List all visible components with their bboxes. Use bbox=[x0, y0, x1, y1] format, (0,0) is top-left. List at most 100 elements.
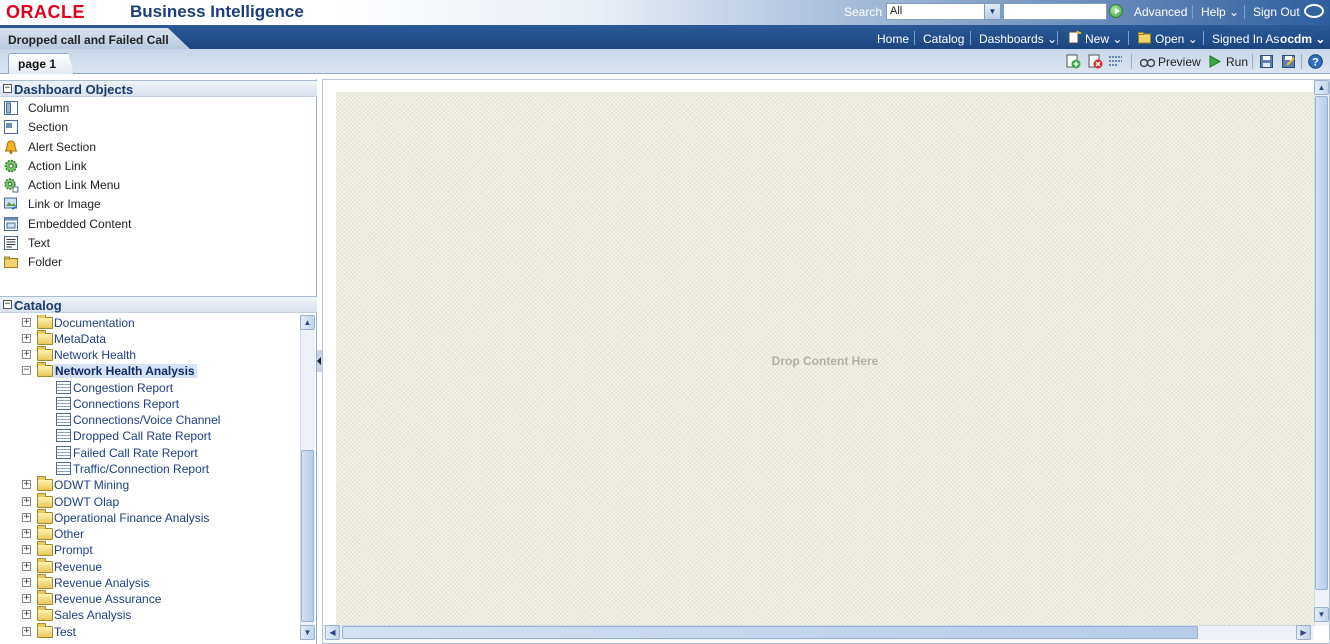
run-icon[interactable] bbox=[1207, 54, 1222, 69]
catalog-item-label: ODWT Mining bbox=[54, 478, 130, 492]
catalog-folder[interactable]: + Test bbox=[0, 623, 300, 640]
preview-icon[interactable] bbox=[1140, 54, 1155, 69]
expand-icon[interactable]: + bbox=[22, 545, 31, 554]
help-menu[interactable]: Help ⌄ bbox=[1201, 5, 1239, 19]
help-icon[interactable]: ? bbox=[1308, 54, 1323, 69]
catalog-folder[interactable]: + ODWT Olap bbox=[0, 493, 300, 510]
catalog-report[interactable]: Traffic/Connection Report bbox=[0, 461, 300, 477]
catalog-folder[interactable]: + Other bbox=[0, 525, 300, 542]
catalog-folder[interactable]: + Revenue bbox=[0, 558, 300, 575]
drop-zone[interactable]: Drop Content Here bbox=[336, 92, 1314, 625]
dashboard-object-folder[interactable]: Folder bbox=[0, 253, 300, 272]
catalog-report[interactable]: Connections/Voice Channel bbox=[0, 412, 300, 428]
save-as-icon[interactable] bbox=[1281, 54, 1296, 69]
scroll-up-icon[interactable]: ▲ bbox=[300, 315, 315, 330]
catalog-folder[interactable]: + Sales Analysis bbox=[0, 606, 300, 623]
expand-icon[interactable]: + bbox=[22, 529, 31, 538]
search-scope-select[interactable]: All ▼ bbox=[886, 3, 1001, 20]
dashboard-object-embedded-content[interactable]: Embedded Content bbox=[0, 215, 300, 234]
expand-icon[interactable]: + bbox=[22, 513, 31, 522]
preview-button[interactable]: Preview bbox=[1158, 55, 1201, 69]
chevron-down-icon[interactable]: ▼ bbox=[984, 4, 1000, 19]
expand-icon[interactable]: + bbox=[22, 318, 31, 327]
expand-icon[interactable]: + bbox=[22, 497, 31, 506]
expand-icon[interactable]: + bbox=[22, 562, 31, 571]
scroll-down-icon[interactable]: ▼ bbox=[300, 625, 315, 640]
main-vertical-scroll-thumb[interactable] bbox=[1315, 96, 1328, 590]
expand-icon[interactable]: + bbox=[22, 480, 31, 489]
collapse-icon[interactable]: − bbox=[3, 300, 12, 309]
drop-content-text: Drop Content Here bbox=[771, 354, 879, 368]
divider bbox=[1252, 54, 1253, 69]
open-menu[interactable]: Open ⌄ bbox=[1155, 32, 1198, 46]
catalog-folder[interactable]: + Documentation bbox=[0, 315, 300, 331]
catalog-report[interactable]: Failed Call Rate Report bbox=[0, 445, 300, 461]
collapse-icon[interactable]: − bbox=[3, 84, 12, 93]
catalog-item-label: Network Health bbox=[54, 348, 137, 362]
catalog-scroll-thumb[interactable] bbox=[301, 450, 314, 622]
folder-icon bbox=[37, 606, 53, 621]
scroll-left-icon[interactable]: ◀ bbox=[325, 625, 340, 640]
catalog-folder[interactable]: + Prompt bbox=[0, 541, 300, 558]
catalog-header[interactable]: − Catalog bbox=[0, 296, 317, 313]
expand-icon[interactable]: + bbox=[22, 594, 31, 603]
new-document-icon bbox=[1068, 31, 1081, 44]
dashboard-object-action-link-menu[interactable]: Action Link Menu bbox=[0, 176, 300, 195]
dashboard-object-action-link[interactable]: Action Link bbox=[0, 157, 300, 176]
dashboard-object-text[interactable]: Text bbox=[0, 234, 300, 253]
scroll-down-icon[interactable]: ▼ bbox=[1314, 607, 1329, 622]
expand-icon[interactable]: + bbox=[22, 334, 31, 343]
dashboard-objects-header[interactable]: − Dashboard Objects bbox=[0, 80, 317, 97]
dashboard-object-link-or-image[interactable]: Link or Image bbox=[0, 195, 300, 214]
main-horizontal-scroll-thumb[interactable] bbox=[342, 626, 1198, 639]
catalog-folder[interactable]: + ODWT Mining bbox=[0, 476, 300, 493]
folder-icon bbox=[37, 493, 53, 508]
scroll-up-icon[interactable]: ▲ bbox=[1314, 80, 1329, 95]
catalog-folder-selected[interactable]: − Network Health Analysis bbox=[0, 362, 300, 379]
collapse-icon[interactable]: − bbox=[22, 366, 31, 375]
scroll-right-icon[interactable]: ▶ bbox=[1296, 625, 1311, 640]
catalog-folder[interactable]: + MetaData bbox=[0, 330, 300, 347]
catalog-report[interactable]: Dropped Call Rate Report bbox=[0, 428, 300, 444]
catalog-report[interactable]: Congestion Report bbox=[0, 380, 300, 396]
dashboard-object-column[interactable]: Column bbox=[0, 99, 300, 118]
search-go-icon[interactable] bbox=[1109, 4, 1123, 18]
tab-page-1-label: page 1 bbox=[18, 57, 57, 71]
expand-icon[interactable]: + bbox=[22, 627, 31, 636]
catalog-folder[interactable]: + Revenue Assurance bbox=[0, 590, 300, 607]
advanced-link[interactable]: Advanced bbox=[1134, 5, 1187, 19]
add-page-icon[interactable] bbox=[1066, 54, 1081, 69]
run-button[interactable]: Run bbox=[1226, 55, 1248, 69]
sign-out-link[interactable]: Sign Out bbox=[1253, 5, 1300, 19]
catalog-link[interactable]: Catalog bbox=[923, 32, 964, 46]
user-menu[interactable]: ocdm ⌄ bbox=[1280, 32, 1325, 46]
dashboard-object-alert-section[interactable]: Alert Section bbox=[0, 138, 300, 157]
search-input[interactable] bbox=[1003, 3, 1107, 20]
dashboard-object-section[interactable]: Section bbox=[0, 118, 300, 137]
expand-icon[interactable]: + bbox=[22, 350, 31, 359]
nav-bar bbox=[0, 25, 1330, 49]
save-icon[interactable] bbox=[1259, 54, 1274, 69]
divider bbox=[1131, 54, 1132, 69]
folder-icon bbox=[37, 558, 53, 573]
delete-page-icon[interactable] bbox=[1088, 54, 1103, 69]
dashboards-menu[interactable]: Dashboards ⌄ bbox=[979, 32, 1057, 46]
dashboard-object-label: Action Link Menu bbox=[28, 178, 121, 192]
section-icon bbox=[4, 120, 18, 134]
catalog-report-label: Traffic/Connection Report bbox=[73, 462, 210, 476]
home-link[interactable]: Home bbox=[877, 32, 909, 46]
catalog-item-label: Other bbox=[54, 527, 85, 541]
catalog-report[interactable]: Connections Report bbox=[0, 396, 300, 412]
catalog-folder[interactable]: + Operational Finance Analysis bbox=[0, 509, 300, 526]
expand-icon[interactable]: + bbox=[22, 578, 31, 587]
expand-icon[interactable]: + bbox=[22, 610, 31, 619]
catalog-tree: + Documentation + MetaData + Network Health… bbox=[0, 315, 300, 640]
divider bbox=[970, 31, 971, 45]
new-menu[interactable]: New ⌄ bbox=[1085, 32, 1122, 46]
dashboard-object-label: Embedded Content bbox=[28, 217, 132, 231]
report-icon bbox=[56, 381, 71, 394]
page-properties-icon[interactable] bbox=[1108, 54, 1123, 69]
catalog-folder[interactable]: + Network Health bbox=[0, 346, 300, 363]
catalog-item-label: Prompt bbox=[54, 543, 93, 557]
catalog-folder[interactable]: + Revenue Analysis bbox=[0, 574, 300, 591]
